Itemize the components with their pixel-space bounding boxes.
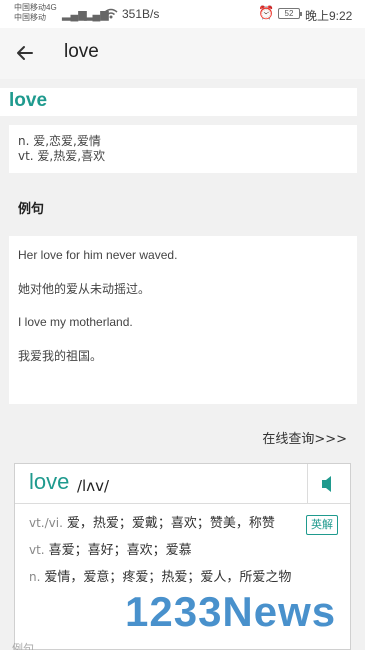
sense-text: 喜爱；喜好；喜欢；爱慕 (48, 543, 192, 558)
net-speed: 351B/s (122, 7, 160, 21)
part-of-speech: vt. (29, 543, 45, 557)
wifi-icon (104, 8, 118, 19)
watermark-logo: 1233News (125, 588, 337, 635)
dictionary-header: love /lʌv/ (15, 464, 350, 504)
page-title: love (64, 41, 99, 62)
speaker-icon[interactable] (318, 474, 338, 494)
senses-list: vt./vi. 爱，热爱；爱戴；喜欢；赞美，称赞 vt. 喜爱；喜好；喜欢；爱慕 n… (29, 512, 339, 593)
definition-line: n. 爱,恋爱,爱情 (18, 134, 101, 148)
online-query-link[interactable]: 在线查询>>> (262, 428, 347, 447)
signal-icon: ▂▄▆ (62, 9, 87, 21)
definitions-card: n. 爱,恋爱,爱情 vt. 爱,热爱,喜欢 (9, 125, 357, 173)
sense-item: vt./vi. 爱，热爱；爱戴；喜欢；赞美，称赞 (29, 512, 339, 535)
clock: 晚上9:22 (305, 9, 353, 23)
status-bar: 中国移动4G 中国移动 ▂▄▆ ▂▄▆ 351B/s ⏰ 52 晚上9:22 (0, 0, 365, 28)
definition-line: vt. 爱,热爱,喜欢 (18, 149, 106, 163)
bottom-partial-label: 例句 (12, 642, 34, 650)
phonetic: /lʌv/ (77, 477, 110, 495)
part-of-speech: vt./vi. (29, 516, 63, 530)
battery-icon: 52 (278, 8, 302, 19)
example-translation: 她对他的爱从未动摇过。 (18, 281, 151, 296)
divider (307, 464, 308, 504)
example-sentence: I love my motherland. (18, 315, 133, 329)
example-sentence: Her love for him never waved. (18, 248, 178, 262)
popup-word: love (29, 469, 70, 494)
back-arrow-icon[interactable] (12, 39, 40, 67)
headword: love (9, 90, 48, 111)
alarm-icon: ⏰ (258, 5, 275, 20)
sense-item: vt. 喜爱；喜好；喜欢；爱慕 (29, 539, 339, 562)
app-bar: love (0, 28, 365, 79)
carrier-info: 中国移动4G 中国移动 (14, 3, 57, 23)
examples-section-title: 例句 (18, 202, 45, 217)
headword-card: love (0, 88, 357, 116)
examples-card: Her love for him never waved. 她对他的爱从未动摇过… (9, 236, 357, 404)
part-of-speech: n. (29, 570, 41, 584)
sense-item: n. 爱情，爱意；疼爱；热爱；爱人，所爱之物 (29, 566, 339, 589)
sense-text: 爱，热爱；爱戴；喜欢；赞美，称赞 (66, 516, 275, 531)
carrier-1: 中国移动4G (14, 3, 57, 12)
sense-text: 爱情，爱意；疼爱；热爱；爱人，所爱之物 (44, 570, 292, 585)
english-explain-button[interactable]: 英解 (306, 515, 338, 535)
example-translation: 我爱我的祖国。 (18, 348, 103, 363)
carrier-2: 中国移动 (14, 13, 46, 22)
